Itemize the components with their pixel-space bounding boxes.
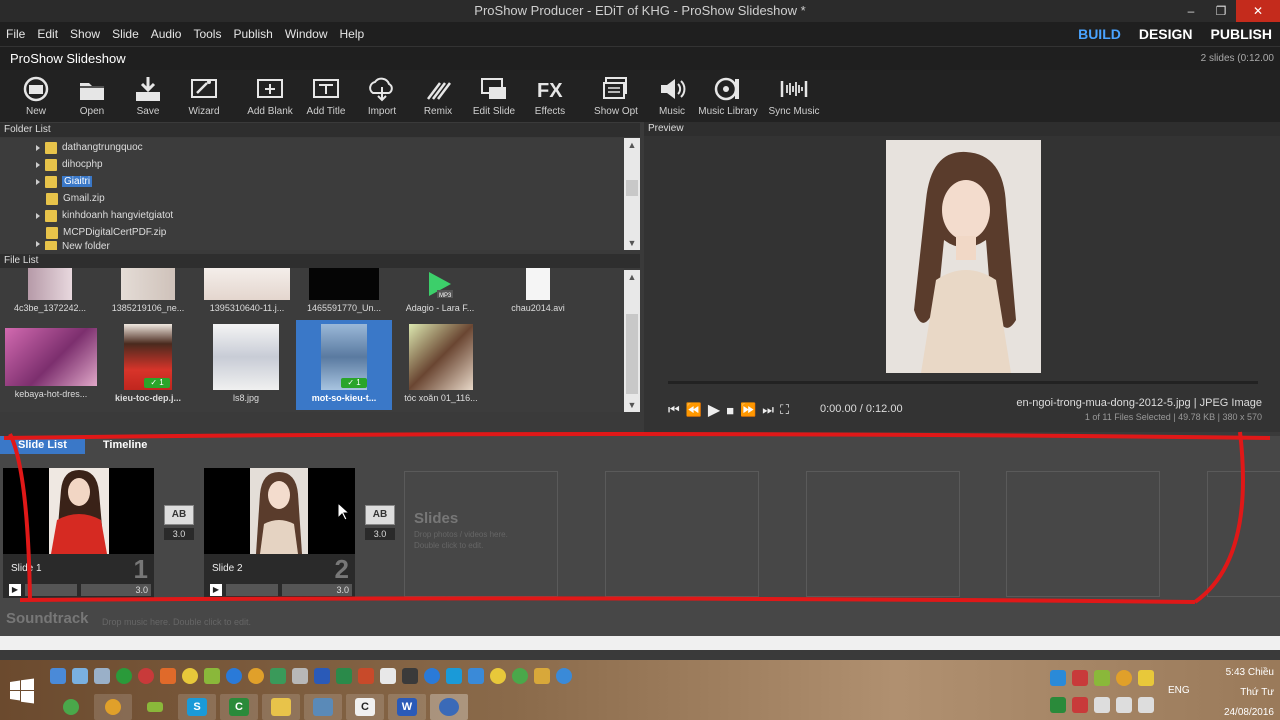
- quick-launch-row: [50, 668, 572, 684]
- skype-icon[interactable]: [446, 668, 462, 684]
- globe-icon[interactable]: [556, 668, 572, 684]
- taskbar-app-chrome[interactable]: [94, 694, 132, 720]
- tray-app-icon[interactable]: [1072, 697, 1088, 713]
- computer-icon[interactable]: [94, 668, 110, 684]
- network-icon[interactable]: [1138, 697, 1154, 713]
- word-icon[interactable]: [314, 668, 330, 684]
- pinned-apps-row: S C C W: [52, 694, 468, 720]
- app-red-icon[interactable]: [138, 668, 154, 684]
- excel-icon[interactable]: [336, 668, 352, 684]
- app-gray-icon[interactable]: [292, 668, 308, 684]
- desktop-icon[interactable]: [50, 668, 66, 684]
- taskbar-app-cmd[interactable]: C: [346, 694, 384, 720]
- app-blue2-icon[interactable]: [468, 668, 484, 684]
- taskbar-app-skype[interactable]: S: [178, 694, 216, 720]
- undo-icon[interactable]: [204, 668, 220, 684]
- tray-icons-bottom: [1050, 697, 1154, 713]
- tray-app-icon[interactable]: [1050, 697, 1066, 713]
- chrome-icon[interactable]: [248, 668, 264, 684]
- tray-chrome-icon[interactable]: [1116, 670, 1132, 686]
- app-yellow-icon[interactable]: [182, 668, 198, 684]
- annotation-red-outline: [3, 431, 1271, 604]
- taskbar-app-leaf[interactable]: [136, 694, 174, 720]
- taskbar-clock[interactable]: 5:43 Chiều Thứ Tư 24/08/2016: [1224, 663, 1274, 720]
- language-indicator[interactable]: ENG: [1168, 685, 1190, 696]
- volume-icon[interactable]: [1094, 697, 1110, 713]
- app-teal-icon[interactable]: [270, 668, 286, 684]
- explorer-icon[interactable]: [72, 668, 88, 684]
- tray-app-icon[interactable]: [1094, 670, 1110, 686]
- play-app-icon[interactable]: [380, 668, 396, 684]
- emoji-icon[interactable]: [490, 668, 506, 684]
- app-green-icon[interactable]: [116, 668, 132, 684]
- app-blue-icon[interactable]: [424, 668, 440, 684]
- tray-app-icon[interactable]: [1050, 670, 1066, 686]
- windows-start-icon[interactable]: [8, 678, 36, 704]
- app-green2-icon[interactable]: [512, 668, 528, 684]
- taskbar-app-monitor[interactable]: [304, 694, 342, 720]
- powerpoint-icon[interactable]: [358, 668, 374, 684]
- taskbar-app-folder[interactable]: [262, 694, 300, 720]
- internet-explorer-icon[interactable]: [226, 668, 242, 684]
- app-dark-icon[interactable]: [402, 668, 418, 684]
- tray-app-icon[interactable]: [1072, 670, 1088, 686]
- app-gold-icon[interactable]: [534, 668, 550, 684]
- flag-icon[interactable]: [1116, 697, 1132, 713]
- taskbar-app-proshow[interactable]: [430, 694, 468, 720]
- taskbar-app-word[interactable]: W: [388, 694, 426, 720]
- tray-icons-top: [1050, 670, 1154, 686]
- app-orange-icon[interactable]: [160, 668, 176, 684]
- tray-app-icon[interactable]: [1138, 670, 1154, 686]
- taskbar-app-green[interactable]: [52, 694, 90, 720]
- taskbar-app-c[interactable]: C: [220, 694, 258, 720]
